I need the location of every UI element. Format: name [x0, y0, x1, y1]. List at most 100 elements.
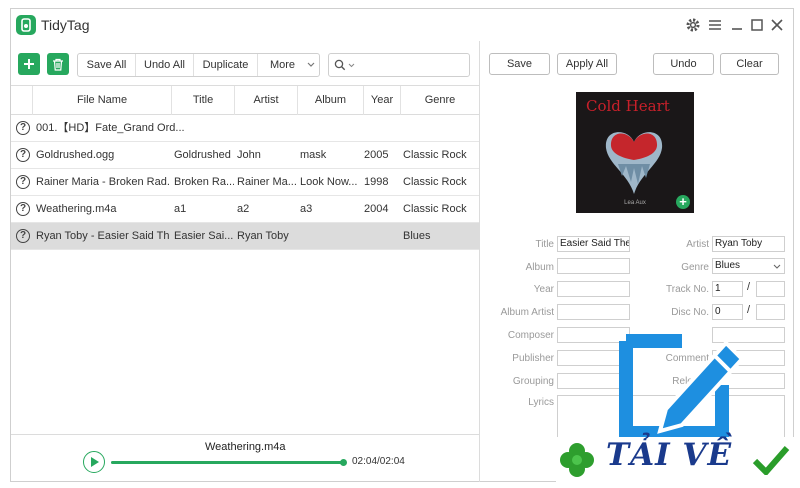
- column-header-title[interactable]: Title: [171, 86, 234, 115]
- app-title: TidyTag: [41, 17, 90, 33]
- genre-select[interactable]: Blues: [712, 258, 785, 274]
- track-total-field[interactable]: [756, 281, 785, 297]
- column-header-album[interactable]: Album: [297, 86, 363, 115]
- cell-year: 2004: [364, 203, 389, 215]
- column-header-file-name[interactable]: File Name: [32, 86, 171, 115]
- cell-artist: Ryan Toby: [237, 230, 289, 242]
- minimize-icon[interactable]: [727, 15, 747, 35]
- save-all-button[interactable]: Save All: [78, 54, 136, 76]
- more-dropdown[interactable]: More: [258, 54, 319, 76]
- column-header-genre[interactable]: Genre: [400, 86, 479, 115]
- cell-title: Goldrushed: [174, 149, 231, 161]
- chevron-down-icon: [307, 62, 315, 67]
- cell-year: 2005: [364, 149, 389, 161]
- cell-genre: Classic Rock: [403, 176, 467, 188]
- cell-year: [364, 223, 399, 250]
- cell-genre: Blues: [403, 230, 431, 242]
- track-separator: /: [747, 281, 751, 293]
- artist-field[interactable]: Ryan Toby: [712, 236, 785, 252]
- checkmark-icon: [752, 446, 790, 475]
- disc-total-field[interactable]: [756, 304, 785, 320]
- label-grouping: Grouping: [512, 376, 554, 387]
- album-artist-field[interactable]: [557, 304, 630, 320]
- unknown-status-icon: ?: [16, 148, 30, 162]
- table-row[interactable]: ? Goldrushed.ogg Goldrushed John mask 20…: [11, 142, 479, 169]
- cell-file-name: Rainer Maria - Broken Rad...: [36, 176, 170, 188]
- cell-file-name: Goldrushed.ogg: [36, 149, 115, 161]
- table-header: File Name Title Artist Album Year Genre: [11, 85, 479, 115]
- title-bar: TidyTag: [11, 9, 793, 41]
- cell-album: mask: [300, 149, 327, 161]
- cover-title-text: Cold Heart: [586, 97, 670, 115]
- label-lyrics: Lyrics: [528, 397, 554, 408]
- unknown-status-icon: ?: [16, 121, 30, 135]
- table-row[interactable]: ? 001.【HD】Fate_Grand Ord...: [11, 115, 479, 142]
- progress-handle[interactable]: [340, 459, 347, 466]
- unknown-status-icon: ?: [16, 175, 30, 189]
- label-track-no: Track No.: [666, 284, 709, 295]
- column-header-year[interactable]: Year: [363, 86, 400, 115]
- close-icon[interactable]: [767, 15, 787, 35]
- save-button[interactable]: Save: [489, 53, 550, 75]
- album-cover[interactable]: Cold Heart Lea Aux +: [576, 92, 694, 213]
- label-album: Album: [525, 262, 554, 273]
- title-field[interactable]: Easier Said Ther: [557, 236, 630, 252]
- cell-title: a1: [174, 203, 187, 215]
- clover-icon: [560, 443, 594, 477]
- cell-title: Broken Ra...: [174, 176, 234, 188]
- cell-file-name: 001.【HD】Fate_Grand Ord...: [36, 122, 185, 134]
- cell-album: a3: [300, 203, 313, 215]
- label-disc-no: Disc No.: [671, 307, 709, 318]
- delete-files-button[interactable]: [47, 53, 69, 75]
- year-field[interactable]: [557, 281, 630, 297]
- play-button[interactable]: [83, 451, 105, 473]
- clear-button[interactable]: Clear: [720, 53, 779, 75]
- maximize-icon[interactable]: [747, 15, 767, 35]
- toolbar-button-group: Save All Undo All Duplicate More: [77, 53, 320, 77]
- apply-all-button[interactable]: Apply All: [557, 53, 617, 75]
- label-title: Title: [535, 239, 554, 250]
- cell-genre: Classic Rock: [403, 203, 467, 215]
- label-artist: Artist: [686, 239, 709, 250]
- cell-album: Look Now...: [300, 176, 358, 188]
- app-logo-icon: [16, 15, 36, 35]
- label-composer: Composer: [507, 330, 554, 341]
- heart-art-icon: [605, 132, 663, 194]
- table-row[interactable]: ? Weathering.m4a a1 a2 a3 2004 Classic R…: [11, 196, 479, 223]
- disc-number-field[interactable]: 0: [712, 304, 743, 320]
- cell-artist: John: [237, 149, 261, 161]
- cell-year: 1998: [364, 176, 389, 188]
- search-icon: [334, 59, 346, 71]
- album-field[interactable]: [557, 258, 630, 274]
- trash-icon: [53, 58, 63, 71]
- column-header-artist[interactable]: Artist: [234, 86, 297, 115]
- label-album-artist: Album Artist: [500, 307, 554, 318]
- table-row-selected[interactable]: ? Ryan Toby - Easier Said Th... Easier S…: [11, 223, 479, 250]
- progress-fill: [111, 461, 343, 464]
- cell-file-name: Ryan Toby - Easier Said Th...: [36, 230, 170, 242]
- progress-slider[interactable]: [111, 459, 347, 466]
- cell-file-name: Weathering.m4a: [36, 203, 117, 215]
- add-cover-icon[interactable]: +: [676, 195, 690, 209]
- settings-gear-icon[interactable]: [683, 15, 703, 35]
- disc-separator: /: [747, 304, 751, 316]
- track-number-field[interactable]: 1: [712, 281, 743, 297]
- plus-icon: [24, 59, 34, 69]
- menu-icon[interactable]: [705, 15, 725, 35]
- genre-select-value: Blues: [715, 260, 741, 271]
- cell-artist: Rainer Ma...: [237, 176, 297, 188]
- label-year: Year: [533, 284, 554, 295]
- add-files-button[interactable]: [18, 53, 40, 75]
- watermark-text: TẢI VỀ: [606, 437, 733, 473]
- undo-button[interactable]: Undo: [653, 53, 714, 75]
- cell-album: [300, 223, 362, 250]
- label-publisher: Publisher: [512, 353, 554, 364]
- duplicate-button[interactable]: Duplicate: [194, 54, 258, 76]
- search-chevron-icon: [348, 63, 355, 68]
- cell-artist: a2: [237, 203, 250, 215]
- search-input[interactable]: [328, 53, 470, 77]
- undo-all-button[interactable]: Undo All: [136, 54, 194, 76]
- label-genre: Genre: [681, 262, 709, 273]
- table-row[interactable]: ? Rainer Maria - Broken Rad... Broken Ra…: [11, 169, 479, 196]
- playback-time: 02:04/02:04: [352, 456, 405, 467]
